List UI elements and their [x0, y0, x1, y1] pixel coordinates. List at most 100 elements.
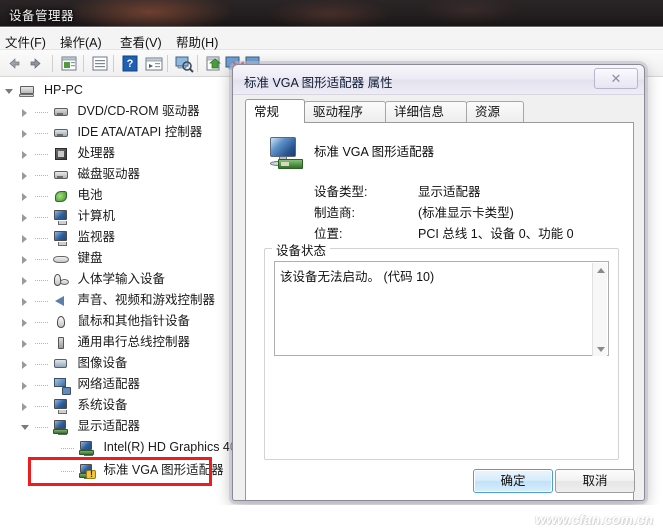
list-view-icon[interactable] [89, 53, 111, 74]
tree-item-label: 显示适配器 [77, 419, 140, 434]
tree-item-system-devices[interactable]: 系统设备 [20, 397, 127, 416]
display-adapter-icon [78, 440, 96, 456]
display-adapter-icon [266, 137, 304, 173]
menu-item-view[interactable]: 查看(V) [117, 31, 165, 52]
tree-item-root[interactable]: HP-PC [4, 82, 83, 101]
menu-item-help[interactable]: 帮助(H) [173, 31, 221, 52]
expander-icon[interactable] [4, 82, 16, 101]
tree-item-disk-drives[interactable]: 磁盘驱动器 [20, 166, 140, 185]
computer-icon [53, 209, 70, 225]
system-device-icon [53, 398, 70, 414]
update-driver-icon[interactable] [203, 53, 225, 74]
toolbar-separator [113, 55, 114, 72]
expander-icon[interactable] [20, 229, 32, 248]
tree-item-keyboards[interactable]: 键盘 [20, 250, 102, 269]
tab-details[interactable]: 详细信息 [385, 101, 467, 122]
toolbar-separator [52, 55, 53, 72]
tree-connector [35, 292, 49, 311]
tree-item-computer[interactable]: 计算机 [20, 208, 115, 227]
expander-icon[interactable] [20, 187, 32, 206]
scroll-up-icon[interactable] [593, 263, 608, 277]
expander-icon[interactable] [20, 145, 32, 164]
tree-item-label: 系统设备 [77, 398, 128, 413]
processor-icon [53, 146, 70, 162]
tree-connector [61, 439, 75, 458]
expander-icon[interactable] [20, 397, 32, 416]
ok-button[interactable]: 确定 [473, 469, 553, 493]
mouse-icon [53, 314, 70, 330]
expander-icon[interactable] [20, 376, 32, 395]
tab-driver[interactable]: 驱动程序 [304, 101, 386, 122]
tab-general[interactable]: 常规 [245, 99, 305, 123]
tree-item-label: 标准 VGA 图形适配器 [103, 463, 224, 478]
tree-item-label: 磁盘驱动器 [77, 167, 140, 182]
menu-item-action[interactable]: 操作(A) [57, 31, 105, 52]
tree-item-processor[interactable]: 处理器 [20, 145, 115, 164]
expander-icon[interactable] [20, 418, 32, 437]
dialog-titlebar: 标准 VGA 图形适配器 属性 ✕ [233, 65, 644, 95]
tree-connector [35, 376, 49, 395]
tree-item-dvd-cdrom[interactable]: DVD/CD-ROM 驱动器 [20, 103, 200, 122]
expander-icon[interactable] [20, 166, 32, 185]
tree-item-network-adapters[interactable]: 网络适配器 [20, 376, 140, 395]
expander-icon[interactable] [20, 334, 32, 353]
tree-connector [35, 271, 49, 290]
tree-connector [35, 418, 49, 437]
menu-item-file[interactable]: 文件(F) [2, 31, 49, 52]
network-icon [53, 377, 71, 395]
location-value: PCI 总线 1、设备 0、功能 0 [418, 227, 574, 241]
tree-item-standard-vga-adapter[interactable]: 标准 VGA 图形适配器 [46, 462, 224, 481]
tree-item-mice[interactable]: 鼠标和其他指针设备 [20, 313, 190, 332]
keyboard-icon [52, 251, 70, 267]
expander-icon[interactable] [20, 103, 32, 122]
tree-item-ide-ata-atapi[interactable]: IDE ATA/ATAPI 控制器 [20, 124, 202, 143]
dialog-title: 标准 VGA 图形适配器 属性 [244, 76, 393, 90]
imaging-icon [53, 356, 70, 372]
display-adapter-icon [78, 463, 96, 480]
expander-icon[interactable] [20, 292, 32, 311]
tree-item-label: 图像设备 [77, 356, 128, 371]
tree-item-label: 通用串行总线控制器 [77, 335, 190, 350]
tree-item-hid[interactable]: 人体学输入设备 [20, 271, 165, 290]
tree-item-label: 处理器 [77, 146, 115, 161]
show-hidden-devices-icon[interactable] [143, 53, 165, 74]
tree-item-intel-hd-graphics-4000[interactable]: Intel(R) HD Graphics 4000 [46, 439, 251, 458]
tree-item-imaging-devices[interactable]: 图像设备 [20, 355, 127, 374]
back-icon[interactable] [2, 53, 24, 74]
expander-icon[interactable] [20, 208, 32, 227]
tree-connector [35, 208, 49, 227]
scan-hardware-changes-icon[interactable] [173, 53, 195, 74]
tree-connector [35, 355, 49, 374]
device-type-value: 显示适配器 [418, 185, 481, 199]
tree-connector [35, 187, 49, 206]
help-icon[interactable]: ? [119, 53, 141, 74]
tree-item-batteries[interactable]: 电池 [20, 187, 102, 206]
tree-item-label: DVD/CD-ROM 驱动器 [77, 104, 200, 119]
tab-resources[interactable]: 资源 [466, 101, 524, 122]
tree-item-display-adapters[interactable]: 显示适配器 [20, 418, 140, 437]
tree-item-label: 监视器 [77, 230, 115, 245]
battery-icon [53, 188, 70, 204]
tree-item-monitors[interactable]: 监视器 [20, 229, 115, 248]
svg-text:?: ? [127, 58, 134, 70]
hid-icon [53, 272, 70, 288]
cancel-button[interactable]: 取消 [555, 469, 635, 493]
tree-item-label: 计算机 [77, 209, 115, 224]
usb-icon [53, 335, 70, 351]
toolbar-separator [83, 55, 84, 72]
expander-icon[interactable] [20, 271, 32, 290]
expander-icon[interactable] [20, 355, 32, 374]
tree-connector [35, 397, 49, 416]
expander-icon[interactable] [20, 124, 32, 143]
expander-icon[interactable] [20, 250, 32, 269]
scroll-down-icon[interactable] [593, 342, 608, 356]
device-status-textbox[interactable]: 该设备无法启动。 (代码 10) [274, 261, 609, 356]
tree-item-label: Intel(R) HD Graphics 4000 [103, 440, 251, 455]
tree-item-sound-video-game[interactable]: 声音、视频和游戏控制器 [20, 292, 215, 311]
forward-icon[interactable] [26, 53, 48, 74]
properties-icon[interactable] [58, 53, 80, 74]
expander-icon[interactable] [20, 313, 32, 332]
status-scrollbar[interactable] [592, 263, 607, 356]
close-icon[interactable]: ✕ [594, 68, 638, 89]
tree-item-usb-controllers[interactable]: 通用串行总线控制器 [20, 334, 190, 353]
